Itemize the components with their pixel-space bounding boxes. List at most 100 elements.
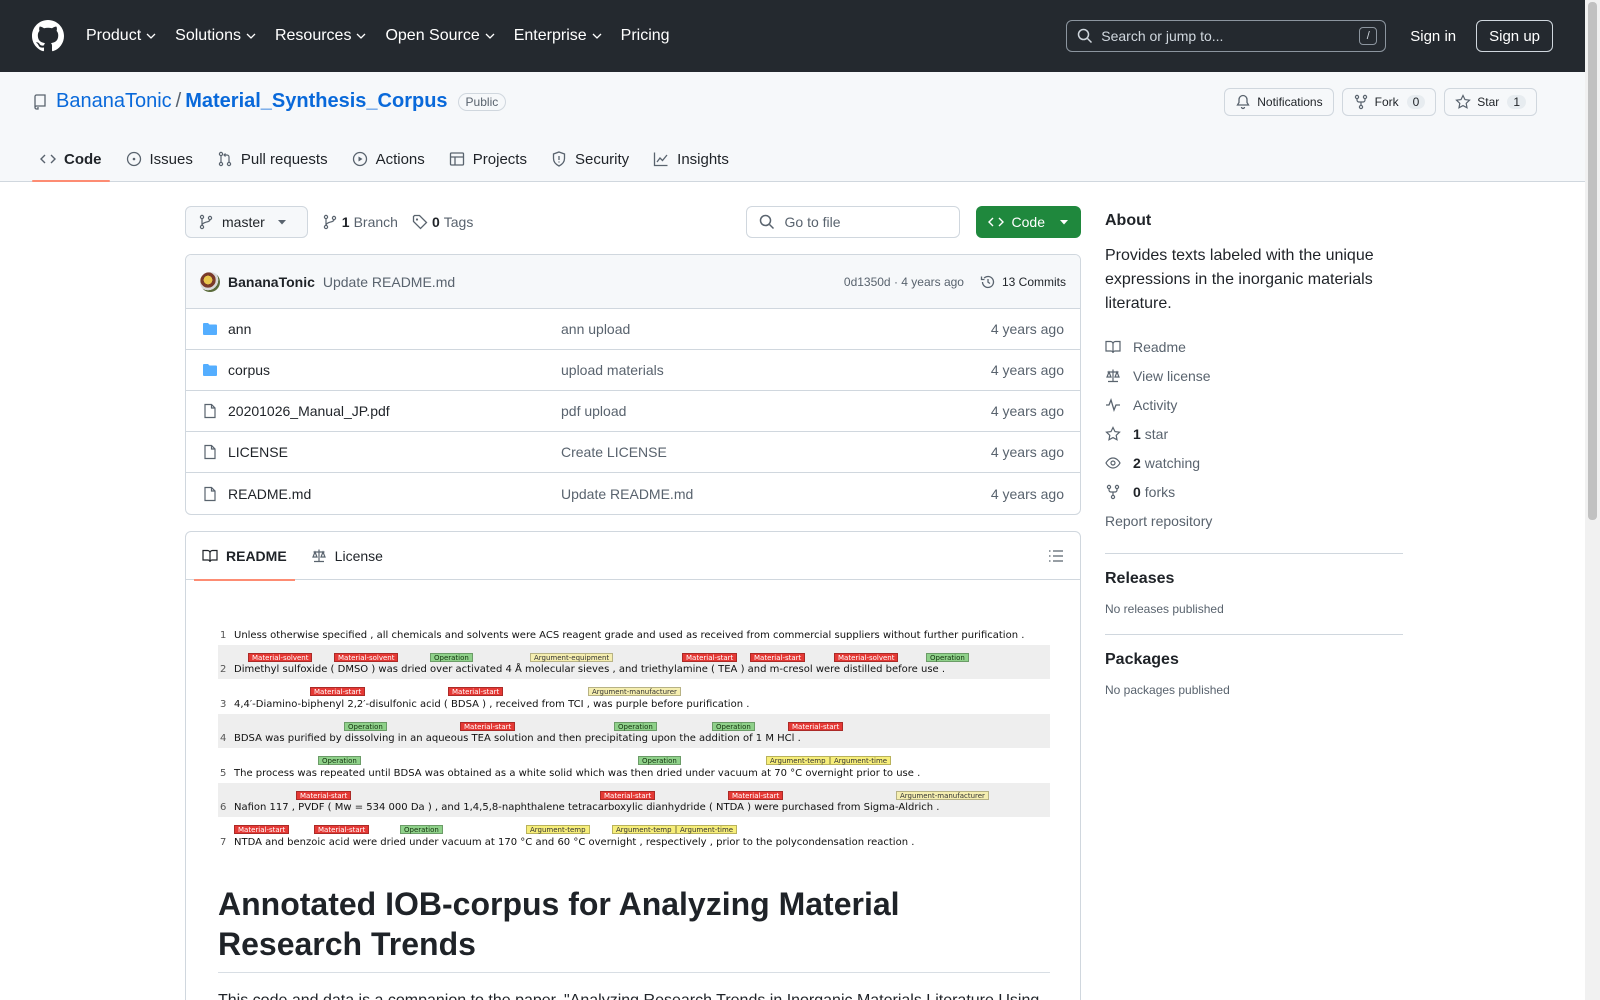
tab-readme[interactable]: README bbox=[194, 532, 295, 581]
annotation-line: Material-solvent Material-solvent Operat… bbox=[218, 644, 1050, 679]
packages-empty-text: No packages published bbox=[1105, 683, 1230, 697]
about-sidebar: About Provides texts labeled with the un… bbox=[1105, 206, 1403, 697]
tab-actions[interactable]: Actions bbox=[344, 136, 433, 182]
github-logo-icon[interactable] bbox=[32, 20, 64, 52]
table-row[interactable]: ann ann upload 4 years ago bbox=[186, 309, 1080, 350]
bell-icon bbox=[1236, 94, 1250, 110]
forks-link[interactable]: 0 forks bbox=[1105, 477, 1403, 506]
entity-tag: Operation bbox=[638, 756, 681, 765]
commit-message-link[interactable]: Update README.md bbox=[323, 274, 455, 290]
nav-enterprise[interactable]: Enterprise bbox=[514, 27, 602, 45]
view-license-link[interactable]: View license bbox=[1105, 361, 1403, 390]
law-icon bbox=[1106, 369, 1120, 382]
sign-up-button[interactable]: Sign up bbox=[1476, 20, 1553, 52]
file-name-link[interactable]: ann bbox=[228, 321, 561, 337]
book-icon bbox=[202, 549, 218, 562]
table-row[interactable]: LICENSE Create LICENSE 4 years ago bbox=[186, 432, 1080, 473]
tab-insights[interactable]: Insights bbox=[645, 136, 737, 182]
tab-projects[interactable]: Projects bbox=[441, 136, 535, 182]
tag-icon bbox=[412, 214, 428, 230]
star-button[interactable]: Star 1 bbox=[1444, 88, 1537, 116]
readme-tabs: README License bbox=[186, 532, 1080, 581]
branches-link[interactable]: 1 Branch bbox=[322, 214, 398, 230]
file-commit-message[interactable]: Create LICENSE bbox=[561, 444, 991, 460]
graph-icon bbox=[654, 152, 668, 167]
nav-pricing[interactable]: Pricing bbox=[621, 27, 670, 45]
annotation-line: Material-start Material-start Argument-m… bbox=[220, 687, 750, 710]
notifications-button[interactable]: Notifications bbox=[1224, 88, 1334, 116]
nav-product[interactable]: Product bbox=[86, 27, 156, 45]
readme-link[interactable]: Readme bbox=[1105, 332, 1403, 361]
tags-link[interactable]: 0 Tags bbox=[412, 214, 473, 230]
tab-license[interactable]: License bbox=[303, 532, 391, 580]
folder-icon bbox=[203, 364, 217, 376]
branch-select-button[interactable]: master bbox=[185, 206, 308, 238]
commits-history-link[interactable]: 13 Commits bbox=[980, 274, 1066, 290]
file-commit-message[interactable]: ann upload bbox=[561, 321, 991, 337]
table-row[interactable]: corpus upload materials 4 years ago bbox=[186, 350, 1080, 391]
slash-shortcut-key: / bbox=[1359, 27, 1378, 45]
stars-link[interactable]: 1 star bbox=[1105, 419, 1403, 448]
divider bbox=[1105, 553, 1403, 554]
pulse-icon bbox=[1106, 397, 1120, 412]
report-repository-link[interactable]: Report repository bbox=[1105, 506, 1403, 535]
annotation-line: Operation Operation Argument-temp Argume… bbox=[220, 756, 921, 779]
table-row[interactable]: README.md Update README.md 4 years ago bbox=[186, 473, 1080, 514]
book-icon bbox=[1105, 340, 1121, 353]
repo-owner-link[interactable]: BananaTonic bbox=[56, 90, 172, 113]
tab-pull-requests[interactable]: Pull requests bbox=[209, 136, 336, 182]
entity-tag: Material-start bbox=[448, 687, 504, 696]
entity-tag: Material-start bbox=[310, 687, 366, 696]
repo-name-link[interactable]: Material_Synthesis_Corpus bbox=[185, 90, 447, 113]
repo-actions: Notifications Fork 0 Star 1 bbox=[1224, 88, 1537, 116]
fork-icon bbox=[1106, 484, 1120, 499]
releases-heading[interactable]: Releases bbox=[1105, 570, 1403, 588]
page-scrollbar[interactable] bbox=[1585, 0, 1600, 1000]
file-name-link[interactable]: corpus bbox=[228, 362, 561, 378]
table-row[interactable]: 20201026_Manual_JP.pdf pdf upload 4 year… bbox=[186, 391, 1080, 432]
file-name-link[interactable]: 20201026_Manual_JP.pdf bbox=[228, 403, 561, 419]
annotation-line: 1 Unless otherwise specified , all chemi… bbox=[220, 629, 1025, 641]
fork-button[interactable]: Fork 0 bbox=[1341, 88, 1437, 116]
entity-tag: Material-solvent bbox=[248, 652, 313, 662]
chevron-down-icon bbox=[146, 33, 156, 39]
commit-meta: 0d1350d · 4 years ago 13 Commits bbox=[844, 274, 1066, 290]
commit-hash-date[interactable]: 0d1350d · 4 years ago bbox=[844, 275, 964, 289]
go-to-file-input[interactable]: Go to file bbox=[745, 206, 960, 238]
activity-link[interactable]: Activity bbox=[1105, 390, 1403, 419]
entity-tag: Operation bbox=[318, 756, 361, 765]
file-commit-message[interactable]: pdf upload bbox=[561, 403, 991, 419]
nav-resources[interactable]: Resources bbox=[275, 27, 366, 45]
nav-solutions[interactable]: Solutions bbox=[175, 27, 256, 45]
packages-heading[interactable]: Packages bbox=[1105, 651, 1403, 669]
nav-open-source[interactable]: Open Source bbox=[385, 27, 495, 45]
entity-tag: Material-solvent bbox=[834, 652, 899, 662]
play-icon bbox=[352, 151, 367, 167]
scrollbar-thumb[interactable] bbox=[1588, 2, 1597, 520]
sign-in-link[interactable]: Sign in bbox=[1398, 28, 1468, 45]
chevron-down-icon bbox=[592, 33, 602, 39]
file-commit-message[interactable]: upload materials bbox=[561, 362, 991, 378]
pull-request-icon bbox=[218, 151, 232, 167]
tab-code[interactable]: Code bbox=[32, 136, 110, 182]
caret-down-icon bbox=[1060, 220, 1068, 225]
annotation-example-figure: 1 Unless otherwise specified , all chemi… bbox=[218, 610, 1050, 852]
tab-security[interactable]: Security bbox=[543, 136, 637, 182]
code-dropdown-button[interactable]: Code bbox=[975, 206, 1081, 238]
entity-tag: Argument-manufacturer bbox=[896, 790, 989, 800]
tab-issues[interactable]: Issues bbox=[118, 136, 201, 182]
top-nav: Product Solutions Resources Open Source … bbox=[86, 27, 689, 45]
releases-empty-text: No releases published bbox=[1105, 602, 1224, 616]
history-icon bbox=[980, 275, 995, 288]
about-heading: About bbox=[1105, 212, 1152, 229]
file-name-link[interactable]: LICENSE bbox=[228, 444, 561, 460]
commit-author-link[interactable]: BananaTonic bbox=[228, 274, 315, 290]
file-commit-message[interactable]: Update README.md bbox=[561, 486, 991, 502]
avatar[interactable] bbox=[200, 271, 220, 292]
file-name-link[interactable]: README.md bbox=[228, 486, 561, 502]
watchers-link[interactable]: 2 watching bbox=[1105, 448, 1403, 477]
header-actions: Search or jump to... / Sign in Sign up bbox=[1066, 20, 1553, 52]
annotation-line: Material-start Material-start Material-s… bbox=[218, 782, 1050, 817]
list-outline-icon[interactable] bbox=[1048, 548, 1064, 564]
global-search-input[interactable]: Search or jump to... / bbox=[1066, 20, 1387, 52]
